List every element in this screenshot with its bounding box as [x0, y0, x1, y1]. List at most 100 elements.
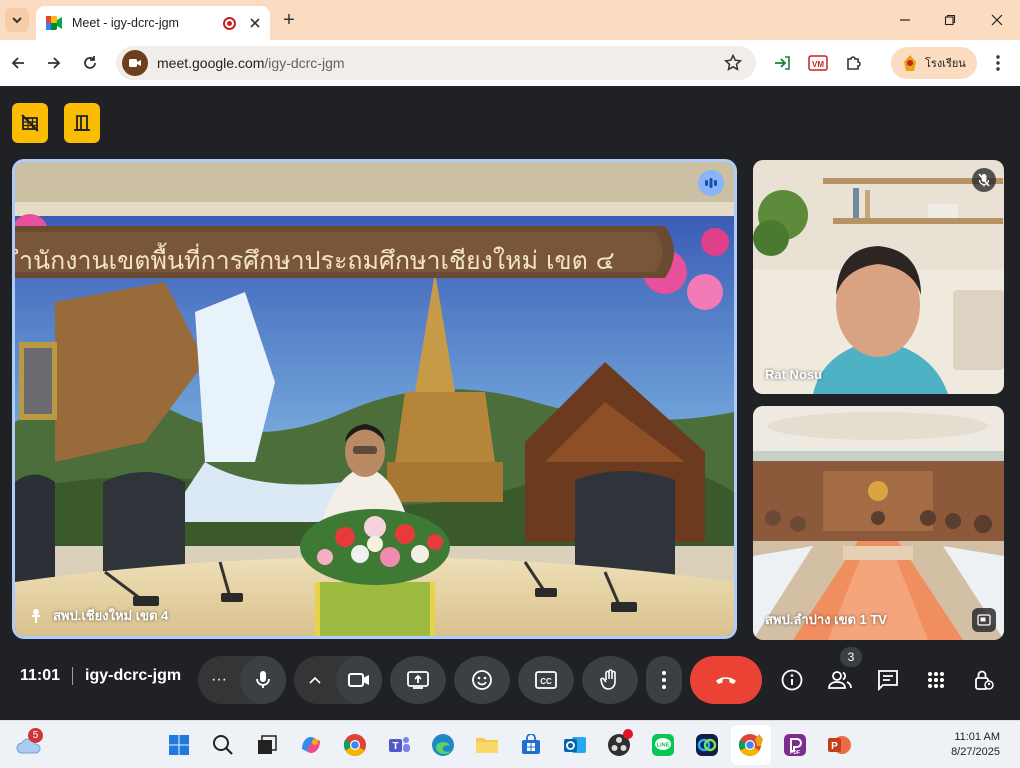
store-icon: [522, 734, 540, 754]
system-clock[interactable]: 11:01 AM 8/27/2025: [951, 730, 1000, 760]
extension-vm-button[interactable]: VM: [804, 49, 832, 77]
chat-button[interactable]: [868, 660, 908, 700]
videocam-icon: [348, 673, 369, 687]
windows-taskbar: 5 T LINE PDF P 11:01 AM 8/27/2025: [0, 720, 1020, 768]
svg-text:CC: CC: [540, 677, 552, 686]
svg-text:P: P: [831, 741, 838, 752]
companion-mode-button[interactable]: [64, 103, 100, 143]
extension-login-button[interactable]: [768, 49, 796, 77]
outlook-button[interactable]: [560, 730, 590, 760]
participant-name: Rat Nosu: [765, 367, 823, 382]
camera-button[interactable]: [336, 656, 382, 704]
file-explorer-button[interactable]: [472, 730, 502, 760]
closed-captions-icon: CC: [535, 671, 557, 689]
browser-toolbar: meet.google.com/igy-dcrc-jgm VM โรงเรียน: [0, 40, 1020, 86]
copilot-icon: [302, 737, 320, 753]
puzzle-icon: [847, 56, 861, 70]
more-vert-icon: [996, 55, 1000, 71]
maximize-button[interactable]: [937, 8, 963, 32]
video-options-button[interactable]: [294, 660, 336, 700]
maximize-icon: [944, 14, 956, 26]
store-button[interactable]: [516, 730, 546, 760]
bookmark-star-icon[interactable]: [723, 53, 743, 77]
chrome-button[interactable]: [340, 730, 370, 760]
clock-date: 8/27/2025: [951, 746, 1000, 758]
back-button[interactable]: [4, 49, 32, 77]
teams-button[interactable]: T: [384, 730, 414, 760]
banner-text: ำนักงานเขตพื้นที่การศึกษาประถมศึกษาเชียง…: [19, 246, 615, 275]
participant-video-feed: [753, 160, 1004, 394]
chat-icon: [878, 670, 898, 691]
close-icon: [991, 14, 1003, 26]
captions-button[interactable]: CC: [518, 656, 574, 704]
audio-controls-pill: ···: [198, 656, 286, 704]
webex-button[interactable]: [692, 730, 722, 760]
speaking-indicator-icon: [698, 170, 724, 196]
reactions-button[interactable]: [454, 656, 510, 704]
chevron-up-icon: [309, 676, 321, 684]
forward-button[interactable]: [40, 49, 68, 77]
pdf-app-button[interactable]: PDF: [780, 730, 810, 760]
participant-count-badge: 3: [840, 647, 862, 667]
profile-button[interactable]: โรงเรียน: [891, 47, 977, 79]
more-options-button[interactable]: [646, 656, 682, 704]
main-video-feed: [15, 162, 734, 636]
new-tab-button[interactable]: +: [278, 8, 300, 32]
clock-time: 11:01 AM: [954, 731, 1000, 743]
powerpoint-button[interactable]: P: [824, 730, 854, 760]
chrome-profile-icon: [738, 734, 763, 756]
hide-tiles-icon: [21, 114, 39, 132]
line-button[interactable]: LINE: [648, 730, 678, 760]
tab-title: Meet - igy-dcrc-jgm: [72, 16, 179, 30]
outlook-icon: [564, 737, 586, 753]
microphone-icon: [256, 671, 270, 688]
main-participant-name: สพป.เชียงใหม่ เขต 4: [53, 608, 169, 623]
recording-badge-icon: [623, 729, 633, 739]
pin-icon: [32, 608, 40, 623]
edge-button[interactable]: [428, 730, 458, 760]
weather-badge: 5: [28, 728, 43, 743]
search-button[interactable]: [208, 730, 238, 760]
tab-close-icon[interactable]: [250, 15, 260, 31]
browser-tab-meet[interactable]: Meet - igy-dcrc-jgm: [36, 6, 270, 40]
meeting-details-button[interactable]: [772, 660, 812, 700]
minimize-button[interactable]: [892, 8, 918, 32]
chevron-down-icon: [12, 17, 22, 24]
vm-extension-icon: VM: [808, 55, 828, 71]
microphone-button[interactable]: [240, 656, 286, 704]
audio-options-button[interactable]: ···: [198, 660, 240, 700]
hide-self-view-button[interactable]: [12, 103, 48, 143]
apps-grid-icon: [928, 672, 944, 688]
task-view-button[interactable]: [252, 730, 282, 760]
lock-person-icon: [975, 670, 994, 690]
raise-hand-button[interactable]: [582, 656, 638, 704]
copilot-button[interactable]: [296, 730, 326, 760]
participant-tile-lampang[interactable]: สพป.ลำปาง เขต 1 TV: [753, 406, 1004, 640]
meeting-code: igy-dcrc-jgm: [85, 667, 182, 684]
hand-icon: [600, 669, 616, 690]
host-controls-button[interactable]: [964, 660, 1004, 700]
participant-tile-rat-nosu[interactable]: Rat Nosu: [753, 160, 1004, 394]
info-icon: [781, 669, 803, 691]
address-bar[interactable]: meet.google.com/igy-dcrc-jgm: [116, 46, 756, 80]
chrome-profile-button[interactable]: [736, 730, 766, 760]
meeting-info-bar: 11:01 igy-dcrc-jgm: [20, 667, 181, 685]
mic-off-icon: [972, 168, 996, 192]
present-screen-button[interactable]: [390, 656, 446, 704]
main-video-tile[interactable]: ำนักงานเขตพื้นที่การศึกษาประถมศึกษาเชียง…: [12, 159, 737, 639]
tab-search-button[interactable]: [5, 8, 29, 32]
sign-in-arrow-icon: [775, 56, 790, 70]
participant-video-feed: [753, 406, 1004, 640]
minimize-icon: [900, 19, 910, 21]
site-info-icon[interactable]: [122, 50, 148, 76]
activities-button[interactable]: [916, 660, 956, 700]
close-window-button[interactable]: [984, 8, 1010, 32]
extensions-button[interactable]: [840, 49, 868, 77]
pip-icon[interactable]: [972, 608, 996, 632]
url-host: meet.google.com: [157, 55, 265, 71]
start-button[interactable]: [164, 730, 194, 760]
browser-menu-button[interactable]: [984, 49, 1012, 77]
reload-button[interactable]: [76, 49, 104, 77]
leave-call-button[interactable]: [690, 656, 762, 704]
call-end-icon: [716, 677, 736, 684]
